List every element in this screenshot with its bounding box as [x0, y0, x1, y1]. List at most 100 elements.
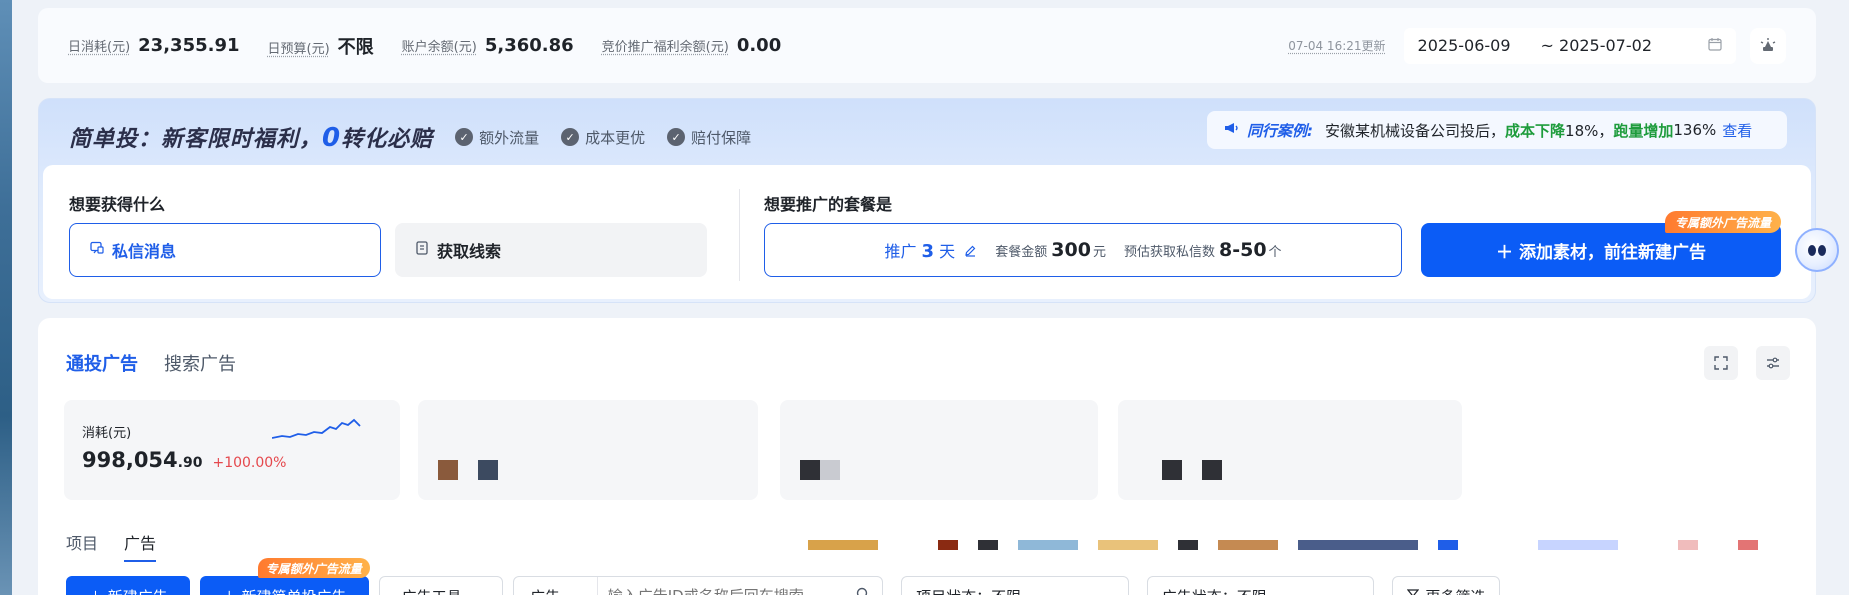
goal-option-label: 私信消息 — [112, 242, 177, 261]
expand-icon[interactable] — [1704, 346, 1738, 380]
promo-form: 想要获得什么 私信消息 获取线索 想要推广的套餐是 推广 3 天 套餐金额 30… — [43, 165, 1811, 299]
search-icon[interactable] — [844, 587, 882, 595]
goal-option-label: 获取线索 — [437, 242, 502, 261]
bulb-icon[interactable] — [1750, 27, 1786, 64]
new-simple-ad-button[interactable]: ＋ 新建简单投广告 专属额外广告流量 — [199, 558, 370, 595]
case-highlight: 跑量增加 — [1613, 121, 1674, 140]
stat-value: 5,360.86 — [484, 35, 574, 56]
date-start[interactable]: 2025-06-09 — [1418, 36, 1511, 55]
package-days[interactable]: 推广 3 天 — [884, 238, 977, 262]
stat-label[interactable]: 竞价推广福利余额(元) — [602, 36, 729, 55]
color-swatch — [478, 460, 498, 480]
chevron-down-icon: ⌄ — [568, 587, 581, 595]
tab-general-ads[interactable]: 通投广告 — [66, 350, 138, 376]
goal-option-leads[interactable]: 获取线索 — [395, 223, 707, 277]
view-case-link[interactable]: 查看 — [1722, 120, 1752, 141]
promo-header: 简单投：新客限时福利，0转化必赔 ✓ 额外流量 ✓ 成本更优 ✓ 赔付保障 — [69, 117, 751, 157]
color-swatch — [438, 460, 458, 480]
check-circle-icon: ✓ — [561, 128, 580, 146]
perk-item: ✓ 额外流量 — [455, 127, 539, 148]
chevron-down-icon: ⌄ — [1101, 587, 1114, 595]
level-tabs: 项目 广告 — [66, 530, 182, 562]
case-label: 同行案例: — [1247, 121, 1313, 140]
date-end[interactable]: ~ 2025-07-02 — [1541, 36, 1652, 55]
background-edge — [0, 0, 12, 595]
stat-daily-budget: 日预算(元) 不限 — [268, 33, 374, 59]
perk-item: ✓ 赔付保障 — [667, 127, 751, 148]
more-filter-button[interactable]: 更多筛选 — [1392, 576, 1501, 595]
settings-icon[interactable] — [1756, 346, 1790, 380]
package-expect: 8-50 — [1219, 239, 1267, 261]
form-icon — [415, 241, 429, 259]
date-range-picker[interactable]: 2025-06-09 ~ 2025-07-02 — [1403, 27, 1736, 64]
case-text: 安徽某机械设备公司投后， — [1325, 121, 1506, 140]
color-block — [1178, 540, 1198, 550]
tab-search-ads[interactable]: 搜索广告 — [164, 350, 236, 376]
color-block — [1298, 540, 1418, 550]
color-block — [1098, 540, 1158, 550]
package-amount: 300 — [1051, 239, 1091, 261]
color-block — [1438, 540, 1458, 550]
color-swatch — [800, 460, 820, 480]
tab-ad[interactable]: 广告 — [124, 530, 157, 562]
metric-card-spend[interactable]: 消耗(元) 998,054 .90 +100.00% — [64, 400, 400, 500]
edit-icon[interactable] — [964, 242, 977, 261]
color-swatch — [1202, 460, 1222, 480]
metric-label: 消耗(元) — [82, 426, 132, 441]
metric-card[interactable] — [780, 400, 1098, 500]
color-swatch — [820, 460, 840, 480]
stat-value: 0.00 — [736, 35, 782, 56]
sparkline — [272, 418, 361, 439]
package-amount-label: 套餐金额 — [995, 244, 1048, 260]
chevron-down-icon: ⌄ — [1347, 587, 1360, 595]
stat-label[interactable]: 账户余额(元) — [402, 36, 477, 55]
goal-option-message[interactable]: 私信消息 — [69, 223, 381, 277]
ad-search[interactable]: 广告⌄ — [513, 576, 884, 595]
color-block — [1218, 540, 1278, 550]
search-type-select[interactable]: 广告⌄ — [514, 577, 598, 595]
color-block — [1738, 540, 1758, 550]
traffic-badge: 专属额外广告流量 — [257, 558, 370, 578]
assistant-avatar-icon[interactable] — [1795, 228, 1839, 272]
traffic-badge: 专属额外广告流量 — [1664, 211, 1781, 233]
color-block — [1018, 540, 1078, 550]
stat-daily-spend: 日消耗(元) 23,355.91 — [68, 35, 240, 56]
new-ad-button[interactable]: ＋ 新建广告 — [66, 576, 190, 595]
metric-card[interactable] — [1118, 400, 1462, 500]
promo-title: 简单投：新客限时福利，0转化必赔 — [69, 123, 434, 153]
ad-toolbar: ＋ 新建广告 ＋ 新建简单投广告 专属额外广告流量 广告工具 ⌄ 广告⌄ 项目状… — [66, 558, 1518, 595]
ad-status-select[interactable]: 广告状态：不限 ⌄ — [1146, 576, 1375, 595]
metric-change: +100.00% — [212, 455, 287, 471]
ad-tools-dropdown[interactable]: 广告工具 ⌄ — [378, 576, 504, 595]
color-swatch — [1162, 460, 1182, 480]
package-label: 想要推广的套餐是 — [764, 195, 893, 214]
case-value: 18%， — [1565, 121, 1614, 140]
ads-panel: 通投广告 搜索广告 消耗(元) 998,054 .90 +100.00% 项目 … — [38, 318, 1816, 595]
package-selector[interactable]: 推广 3 天 套餐金额 300 元 预估获取私信数 8-50 个 — [764, 223, 1402, 277]
megaphone-icon — [1223, 120, 1239, 140]
calendar-icon[interactable] — [1708, 37, 1722, 55]
search-input[interactable] — [597, 587, 845, 595]
chevron-down-icon: ⌄ — [468, 587, 481, 595]
stat-label[interactable]: 日消耗(元) — [68, 36, 130, 55]
stat-bonus-balance: 竞价推广福利余额(元) 0.00 — [602, 35, 782, 56]
color-block — [808, 540, 878, 550]
peer-case-banner: 同行案例: 安徽某机械设备公司投后， 成本下降 18%， 跑量增加 136% 查… — [1207, 111, 1787, 149]
chat-icon — [90, 241, 104, 259]
tab-project[interactable]: 项目 — [66, 530, 98, 562]
case-highlight: 成本下降 — [1505, 121, 1566, 140]
metric-value: 998,054 .90 +100.00% — [82, 448, 287, 472]
check-circle-icon: ✓ — [667, 128, 686, 146]
stat-label[interactable]: 日预算(元) — [268, 38, 330, 57]
color-block — [1678, 540, 1698, 550]
divider — [739, 189, 740, 281]
metric-card[interactable] — [418, 400, 758, 500]
filter-icon — [1407, 587, 1420, 595]
stat-account-balance: 账户余额(元) 5,360.86 — [402, 35, 574, 56]
account-stats-bar: 日消耗(元) 23,355.91 日预算(元) 不限 账户余额(元) 5,360… — [38, 8, 1816, 83]
package-amount-unit: 元 — [1092, 244, 1106, 260]
goal-label: 想要获得什么 — [69, 195, 166, 214]
project-status-select[interactable]: 项目状态：不限 ⌄ — [901, 576, 1129, 595]
update-time[interactable]: 07-04 16:21更新 — [1288, 37, 1385, 54]
package-expect-unit: 个 — [1268, 244, 1282, 260]
